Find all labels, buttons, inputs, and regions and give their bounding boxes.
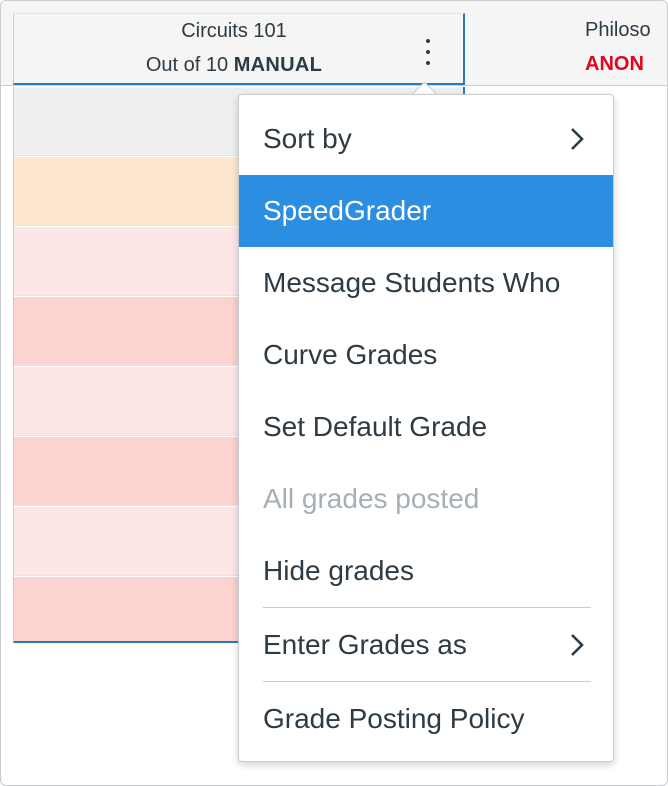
manual-badge: MANUAL (233, 54, 323, 76)
menu-separator (263, 607, 591, 608)
menu-item-sort-by[interactable]: Sort by (239, 103, 613, 175)
chevron-right-icon (571, 128, 584, 150)
menu-item-message-students[interactable]: Message Students Who (239, 247, 613, 319)
menu-item-label: Enter Grades as (263, 629, 467, 660)
gradebook-frame: Circuits 101 Out of 10 MANUAL Philoso AN… (0, 0, 668, 786)
assignment-title: Circuits 101 (181, 20, 287, 42)
assignment-points: Out of 10 MANUAL (14, 54, 454, 77)
anonymous-badge: ANON (585, 53, 644, 75)
menu-item-label: Hide grades (263, 555, 414, 586)
column-options-menu: Sort by SpeedGrader Message Students Who… (238, 94, 614, 762)
menu-item-label: Sort by (263, 123, 352, 154)
menu-item-speedgrader[interactable]: SpeedGrader (239, 175, 613, 247)
menu-item-curve-grades[interactable]: Curve Grades (239, 319, 613, 391)
column-options-kebab-icon[interactable] (416, 30, 440, 74)
menu-item-enter-grades-as[interactable]: Enter Grades as (239, 609, 613, 681)
menu-item-label: All grades posted (263, 483, 480, 514)
assignment-column-header[interactable]: Circuits 101 Out of 10 MANUAL (13, 13, 465, 85)
menu-item-label: Grade Posting Policy (263, 703, 525, 734)
next-column-title: Philoso (585, 19, 651, 41)
chevron-right-icon (571, 634, 584, 656)
menu-item-label: Curve Grades (263, 339, 438, 370)
points-possible: Out of 10 (145, 54, 229, 76)
menu-item-hide-grades[interactable]: Hide grades (239, 535, 613, 607)
menu-item-all-grades-posted: All grades posted (239, 463, 613, 535)
menu-separator (263, 681, 591, 682)
menu-item-label: Message Students Who (263, 267, 561, 298)
menu-item-label: SpeedGrader (263, 195, 432, 226)
next-column-header[interactable]: Philoso ANON (467, 13, 667, 85)
menu-item-label: Set Default Grade (263, 411, 488, 442)
menu-item-grade-posting-policy[interactable]: Grade Posting Policy (239, 683, 613, 755)
menu-item-set-default-grade[interactable]: Set Default Grade (239, 391, 613, 463)
